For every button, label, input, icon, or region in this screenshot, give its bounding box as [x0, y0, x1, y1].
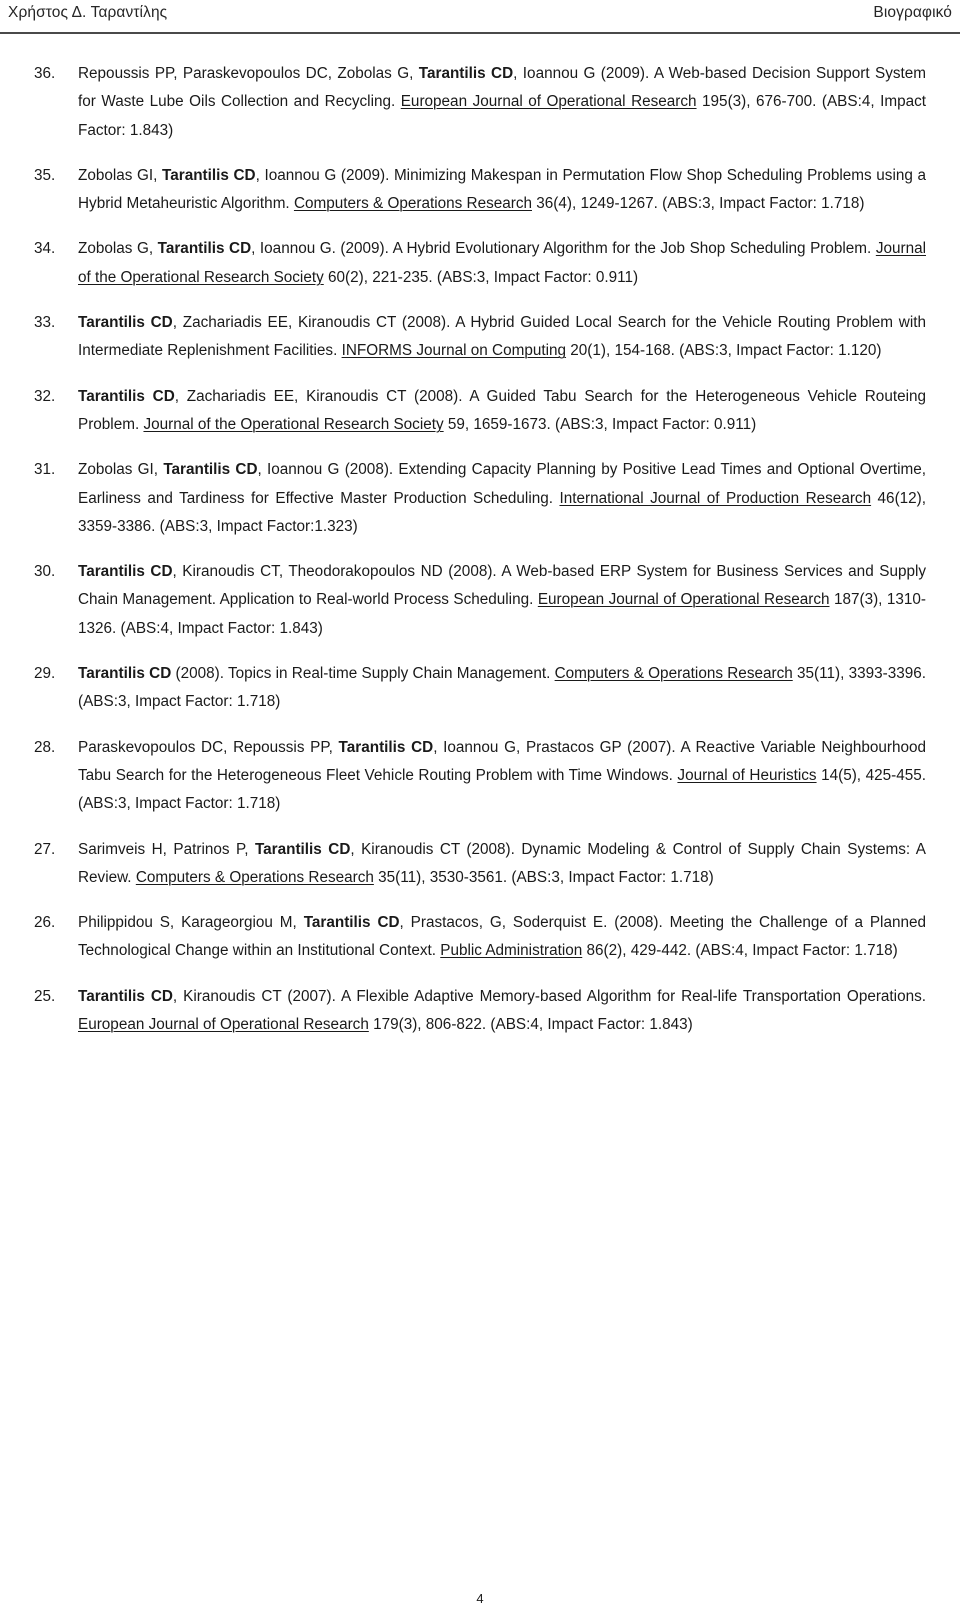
publication-number: 32.: [34, 387, 56, 405]
publication-citation: Zobolas G, Tarantilis CD, Ioannou G. (20…: [78, 240, 926, 286]
publication-number: 33.: [34, 314, 56, 332]
publication-entry: 33. Tarantilis CD, Zachariadis EE, Kirano…: [34, 309, 926, 366]
publication-citation: Tarantilis CD, Zachariadis EE, Kiranoudi…: [78, 314, 926, 360]
page-footer: 4: [0, 1591, 960, 1606]
publication-number: 34.: [34, 240, 56, 258]
publication-number: 28.: [34, 738, 56, 756]
publication-entry: 27. Sarimveis H, Patrinos P, Tarantilis C…: [34, 836, 926, 893]
publication-number: 26.: [34, 914, 56, 932]
publication-entry: 26. Philippidou S, Karageorgiou M, Tarant…: [34, 909, 926, 966]
running-header: Χρήστος Δ. Ταραντίλης Βιογραφικό: [0, 0, 960, 34]
publication-number: 29.: [34, 665, 56, 683]
publication-entry: 34. Zobolas G, Tarantilis CD, Ioannou G. …: [34, 235, 926, 292]
publication-citation: Zobolas GI, Tarantilis CD, Ioannou G (20…: [78, 461, 927, 535]
publication-number: 36.: [34, 65, 56, 82]
publication-entry: 31. Zobolas GI, Tarantilis CD, Ioannou G …: [34, 456, 926, 541]
publication-citation: Philippidou S, Karageorgiou M, Tarantili…: [78, 914, 926, 960]
publication-entry: 28. Paraskevopoulos DC, Repoussis PP, Tar…: [34, 734, 926, 819]
publication-citation: Paraskevopoulos DC, Repoussis PP, Tarant…: [78, 738, 927, 813]
publication-citation: Tarantilis CD, Kiranoudis CT, Theodorako…: [78, 563, 927, 637]
publication-list: 36. Repoussis PP, Paraskevopoulos DC, Zob…: [34, 60, 926, 1056]
publication-number: 30.: [34, 563, 56, 581]
publication-citation: Sarimveis H, Patrinos P, Tarantilis CD, …: [78, 840, 926, 886]
publication-entry: 36. Repoussis PP, Paraskevopoulos DC, Zob…: [34, 60, 926, 145]
header-document-type: Βιογραφικό: [873, 4, 952, 21]
publication-citation: Tarantilis CD, Zachariadis EE, Kiranoudi…: [78, 387, 926, 433]
publication-entry: 29. Tarantilis CD (2008). Topics in Real-…: [34, 660, 926, 717]
publication-number: 35.: [34, 166, 56, 184]
publication-citation: Tarantilis CD, Kiranoudis CT (2007). A F…: [78, 987, 926, 1034]
publication-citation: Repoussis PP, Paraskevopoulos DC, Zobola…: [78, 65, 926, 139]
page-number: 4: [476, 1591, 484, 1606]
publication-entry: 30. Tarantilis CD, Kiranoudis CT, Theodor…: [34, 558, 926, 643]
publication-number: 27.: [34, 840, 56, 858]
publication-number: 31.: [34, 461, 56, 479]
document-page: Χρήστος Δ. Ταραντίλης Βιογραφικό 36. Repo…: [0, 0, 960, 1620]
publication-number: 25.: [34, 987, 56, 1005]
publication-entry: 25. Tarantilis CD, Kiranoudis CT (2007). …: [34, 983, 926, 1040]
publication-citation: Tarantilis CD (2008). Topics in Real-tim…: [78, 665, 927, 711]
header-author-name: Χρήστος Δ. Ταραντίλης: [8, 4, 168, 21]
publication-entry: 32. Tarantilis CD, Zachariadis EE, Kirano…: [34, 383, 926, 440]
publication-entry: 35. Zobolas GI, Tarantilis CD, Ioannou G …: [34, 162, 926, 219]
publication-citation: Zobolas GI, Tarantilis CD, Ioannou G (20…: [78, 166, 926, 213]
